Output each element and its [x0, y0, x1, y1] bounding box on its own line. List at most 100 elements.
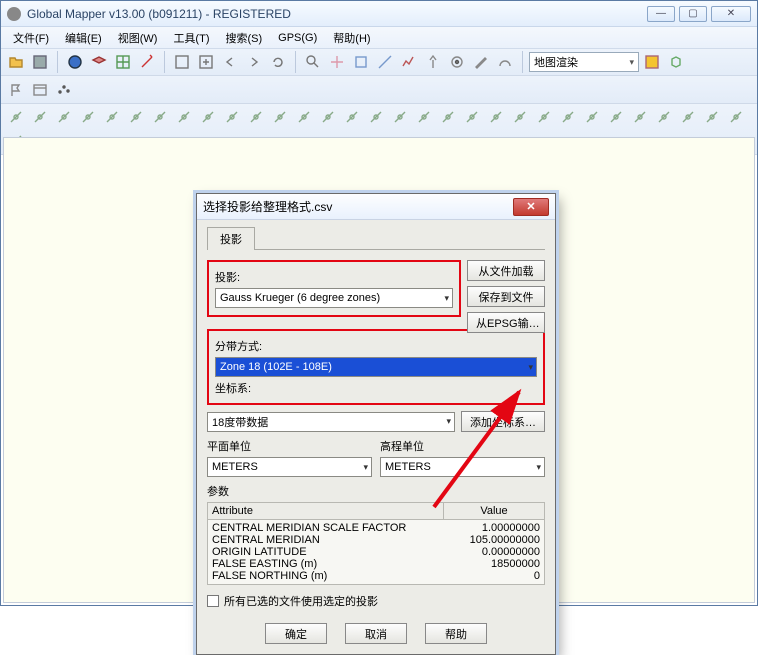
render-mode-combo[interactable]: 地图渲染 — [529, 52, 639, 72]
digitizer-tool-17[interactable] — [413, 106, 435, 128]
save-icon[interactable] — [29, 51, 51, 73]
digitizer-tool-13[interactable] — [317, 106, 339, 128]
zoom-next-icon[interactable] — [243, 51, 265, 73]
maximize-button[interactable]: ▢ — [679, 6, 707, 22]
menu-tools[interactable]: 工具(T) — [165, 28, 217, 48]
menu-search[interactable]: 搜索(S) — [217, 28, 270, 48]
digitizer-tool-8[interactable] — [197, 106, 219, 128]
tab-projection[interactable]: 投影 — [207, 227, 255, 250]
digitizer-tool-16[interactable] — [389, 106, 411, 128]
elev-units-combo[interactable]: METERS — [380, 457, 545, 477]
digitizer-tool-6[interactable] — [149, 106, 171, 128]
dialog-title-bar[interactable]: 选择投影给整理格式.csv ✕ — [197, 194, 555, 220]
digitizer-tool-23[interactable] — [557, 106, 579, 128]
close-button[interactable]: ✕ — [711, 6, 751, 22]
save-to-file-button[interactable]: 保存到文件 — [467, 286, 545, 307]
cube-3d-icon[interactable] — [665, 51, 687, 73]
palette-icon[interactable] — [641, 51, 663, 73]
menu-edit[interactable]: 编辑(E) — [57, 28, 110, 48]
render-mode-value: 地图渲染 — [534, 54, 578, 70]
toolbar-row-2 — [1, 76, 757, 104]
profile-icon[interactable] — [398, 51, 420, 73]
params-list[interactable]: CENTRAL MERIDIAN SCALE FACTOR1.00000000 … — [207, 520, 545, 585]
digitizer-tool-9[interactable] — [221, 106, 243, 128]
info-icon[interactable] — [350, 51, 372, 73]
cancel-button[interactable]: 取消 — [345, 623, 407, 644]
digitizer-tool-3[interactable] — [77, 106, 99, 128]
digitizer-tool-29[interactable] — [701, 106, 723, 128]
digitizer-tool-1[interactable] — [29, 106, 51, 128]
zone-combo[interactable]: Zone 18 (102E - 108E) — [215, 357, 537, 377]
wand-icon[interactable] — [136, 51, 158, 73]
minimize-button[interactable]: — — [647, 6, 675, 22]
add-datum-button[interactable]: 添加坐标系… — [461, 411, 545, 432]
digitizer-tool-2[interactable] — [53, 106, 75, 128]
flag-icon[interactable] — [5, 79, 27, 101]
projection-side-buttons: 从文件加载 保存到文件 从EPSG输… — [467, 260, 545, 333]
globe-icon[interactable] — [64, 51, 86, 73]
zoom-full-icon[interactable] — [171, 51, 193, 73]
refresh-icon[interactable] — [267, 51, 289, 73]
param-row: FALSE NORTHING (m)0 — [212, 570, 540, 582]
zone-highlight-box: 分带方式: Zone 18 (102E - 108E) 坐标系: — [207, 329, 545, 405]
antenna-icon[interactable] — [422, 51, 444, 73]
menu-file[interactable]: 文件(F) — [5, 28, 57, 48]
toolbar-row-1: 地图渲染 — [1, 49, 757, 76]
params-header: Attribute Value — [207, 502, 545, 520]
datum-label: 坐标系: — [215, 380, 255, 396]
ok-button[interactable]: 确定 — [265, 623, 327, 644]
layers-icon[interactable] — [88, 51, 110, 73]
tab-strip: 投影 — [207, 226, 545, 250]
menu-bar: 文件(F) 编辑(E) 视图(W) 工具(T) 搜索(S) GPS(G) 帮助(… — [1, 27, 757, 49]
apply-all-label: 所有已选的文件使用选定的投影 — [224, 593, 378, 609]
projection-combo[interactable]: Gauss Krueger (6 degree zones) — [215, 288, 453, 308]
digitizer-tool-28[interactable] — [677, 106, 699, 128]
col-value: Value — [444, 503, 544, 519]
digitizer-tool-4[interactable] — [101, 106, 123, 128]
digitizer-tool-11[interactable] — [269, 106, 291, 128]
draw-icon[interactable] — [470, 51, 492, 73]
digitizer-tool-18[interactable] — [437, 106, 459, 128]
datum-combo[interactable]: 18度带数据 — [207, 412, 455, 432]
scatter-icon[interactable] — [53, 79, 75, 101]
open-icon[interactable] — [5, 51, 27, 73]
digitizer-tool-15[interactable] — [365, 106, 387, 128]
digitizer-tool-22[interactable] — [533, 106, 555, 128]
param-row: CENTRAL MERIDIAN SCALE FACTOR1.00000000 — [212, 522, 540, 534]
digitizer-tool-14[interactable] — [341, 106, 363, 128]
digitizer-tool-26[interactable] — [629, 106, 651, 128]
window-icon[interactable] — [29, 79, 51, 101]
digitizer-tool-30[interactable] — [725, 106, 747, 128]
param-row: FALSE EASTING (m)18500000 — [212, 558, 540, 570]
digitizer-tool-20[interactable] — [485, 106, 507, 128]
pan-icon[interactable] — [326, 51, 348, 73]
zoom-prev-icon[interactable] — [219, 51, 241, 73]
planar-units-combo[interactable]: METERS — [207, 457, 372, 477]
menu-view[interactable]: 视图(W) — [110, 28, 166, 48]
from-epsg-button[interactable]: 从EPSG输… — [467, 312, 545, 333]
grid-icon[interactable] — [112, 51, 134, 73]
magnify-icon[interactable] — [302, 51, 324, 73]
dialog-close-button[interactable]: ✕ — [513, 198, 549, 216]
menu-help[interactable]: 帮助(H) — [325, 28, 378, 48]
digitizer-tool-21[interactable] — [509, 106, 531, 128]
digitizer-tool-24[interactable] — [581, 106, 603, 128]
digitizer-tool-5[interactable] — [125, 106, 147, 128]
digitizer-tool-12[interactable] — [293, 106, 315, 128]
help-button[interactable]: 帮助 — [425, 623, 487, 644]
projection-label: 投影: — [215, 269, 255, 285]
menu-gps[interactable]: GPS(G) — [270, 30, 325, 46]
app-window: Global Mapper v13.00 (b091211) - REGISTE… — [0, 0, 758, 606]
digitizer-tool-7[interactable] — [173, 106, 195, 128]
target-icon[interactable] — [446, 51, 468, 73]
digitizer-tool-25[interactable] — [605, 106, 627, 128]
zoom-in-icon[interactable] — [195, 51, 217, 73]
measure-icon[interactable] — [374, 51, 396, 73]
load-from-file-button[interactable]: 从文件加载 — [467, 260, 545, 281]
digitizer-tool-19[interactable] — [461, 106, 483, 128]
apply-all-checkbox[interactable] — [207, 595, 219, 607]
digitizer-tool-10[interactable] — [245, 106, 267, 128]
arch-icon[interactable] — [494, 51, 516, 73]
digitizer-tool-0[interactable] — [5, 106, 27, 128]
digitizer-tool-27[interactable] — [653, 106, 675, 128]
